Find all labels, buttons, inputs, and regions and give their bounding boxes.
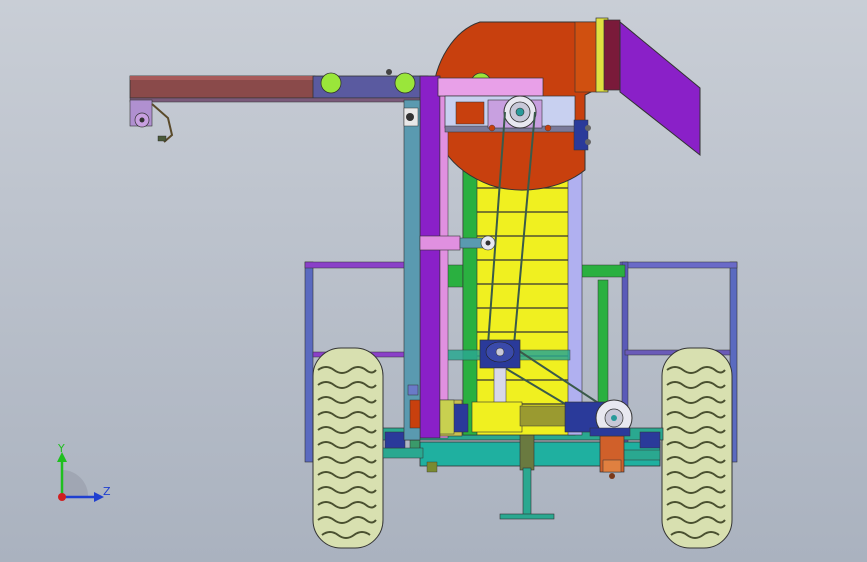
cad-viewport[interactable]: Y Z	[0, 0, 867, 562]
hydraulic-actuator	[419, 235, 496, 251]
elevator-conveyor	[439, 159, 583, 436]
axis-triad: Y Z	[57, 442, 111, 502]
left-wheel	[312, 347, 384, 549]
discharge-chute	[619, 20, 701, 157]
y-axis-label: Y	[57, 442, 65, 455]
machine-assembly-drawing: Y Z	[57, 17, 738, 549]
right-wheel	[661, 347, 733, 549]
z-axis-label: Z	[103, 485, 111, 498]
x-axis-dot	[58, 493, 66, 501]
mast	[403, 75, 449, 441]
arm-end-bracket	[129, 99, 174, 143]
